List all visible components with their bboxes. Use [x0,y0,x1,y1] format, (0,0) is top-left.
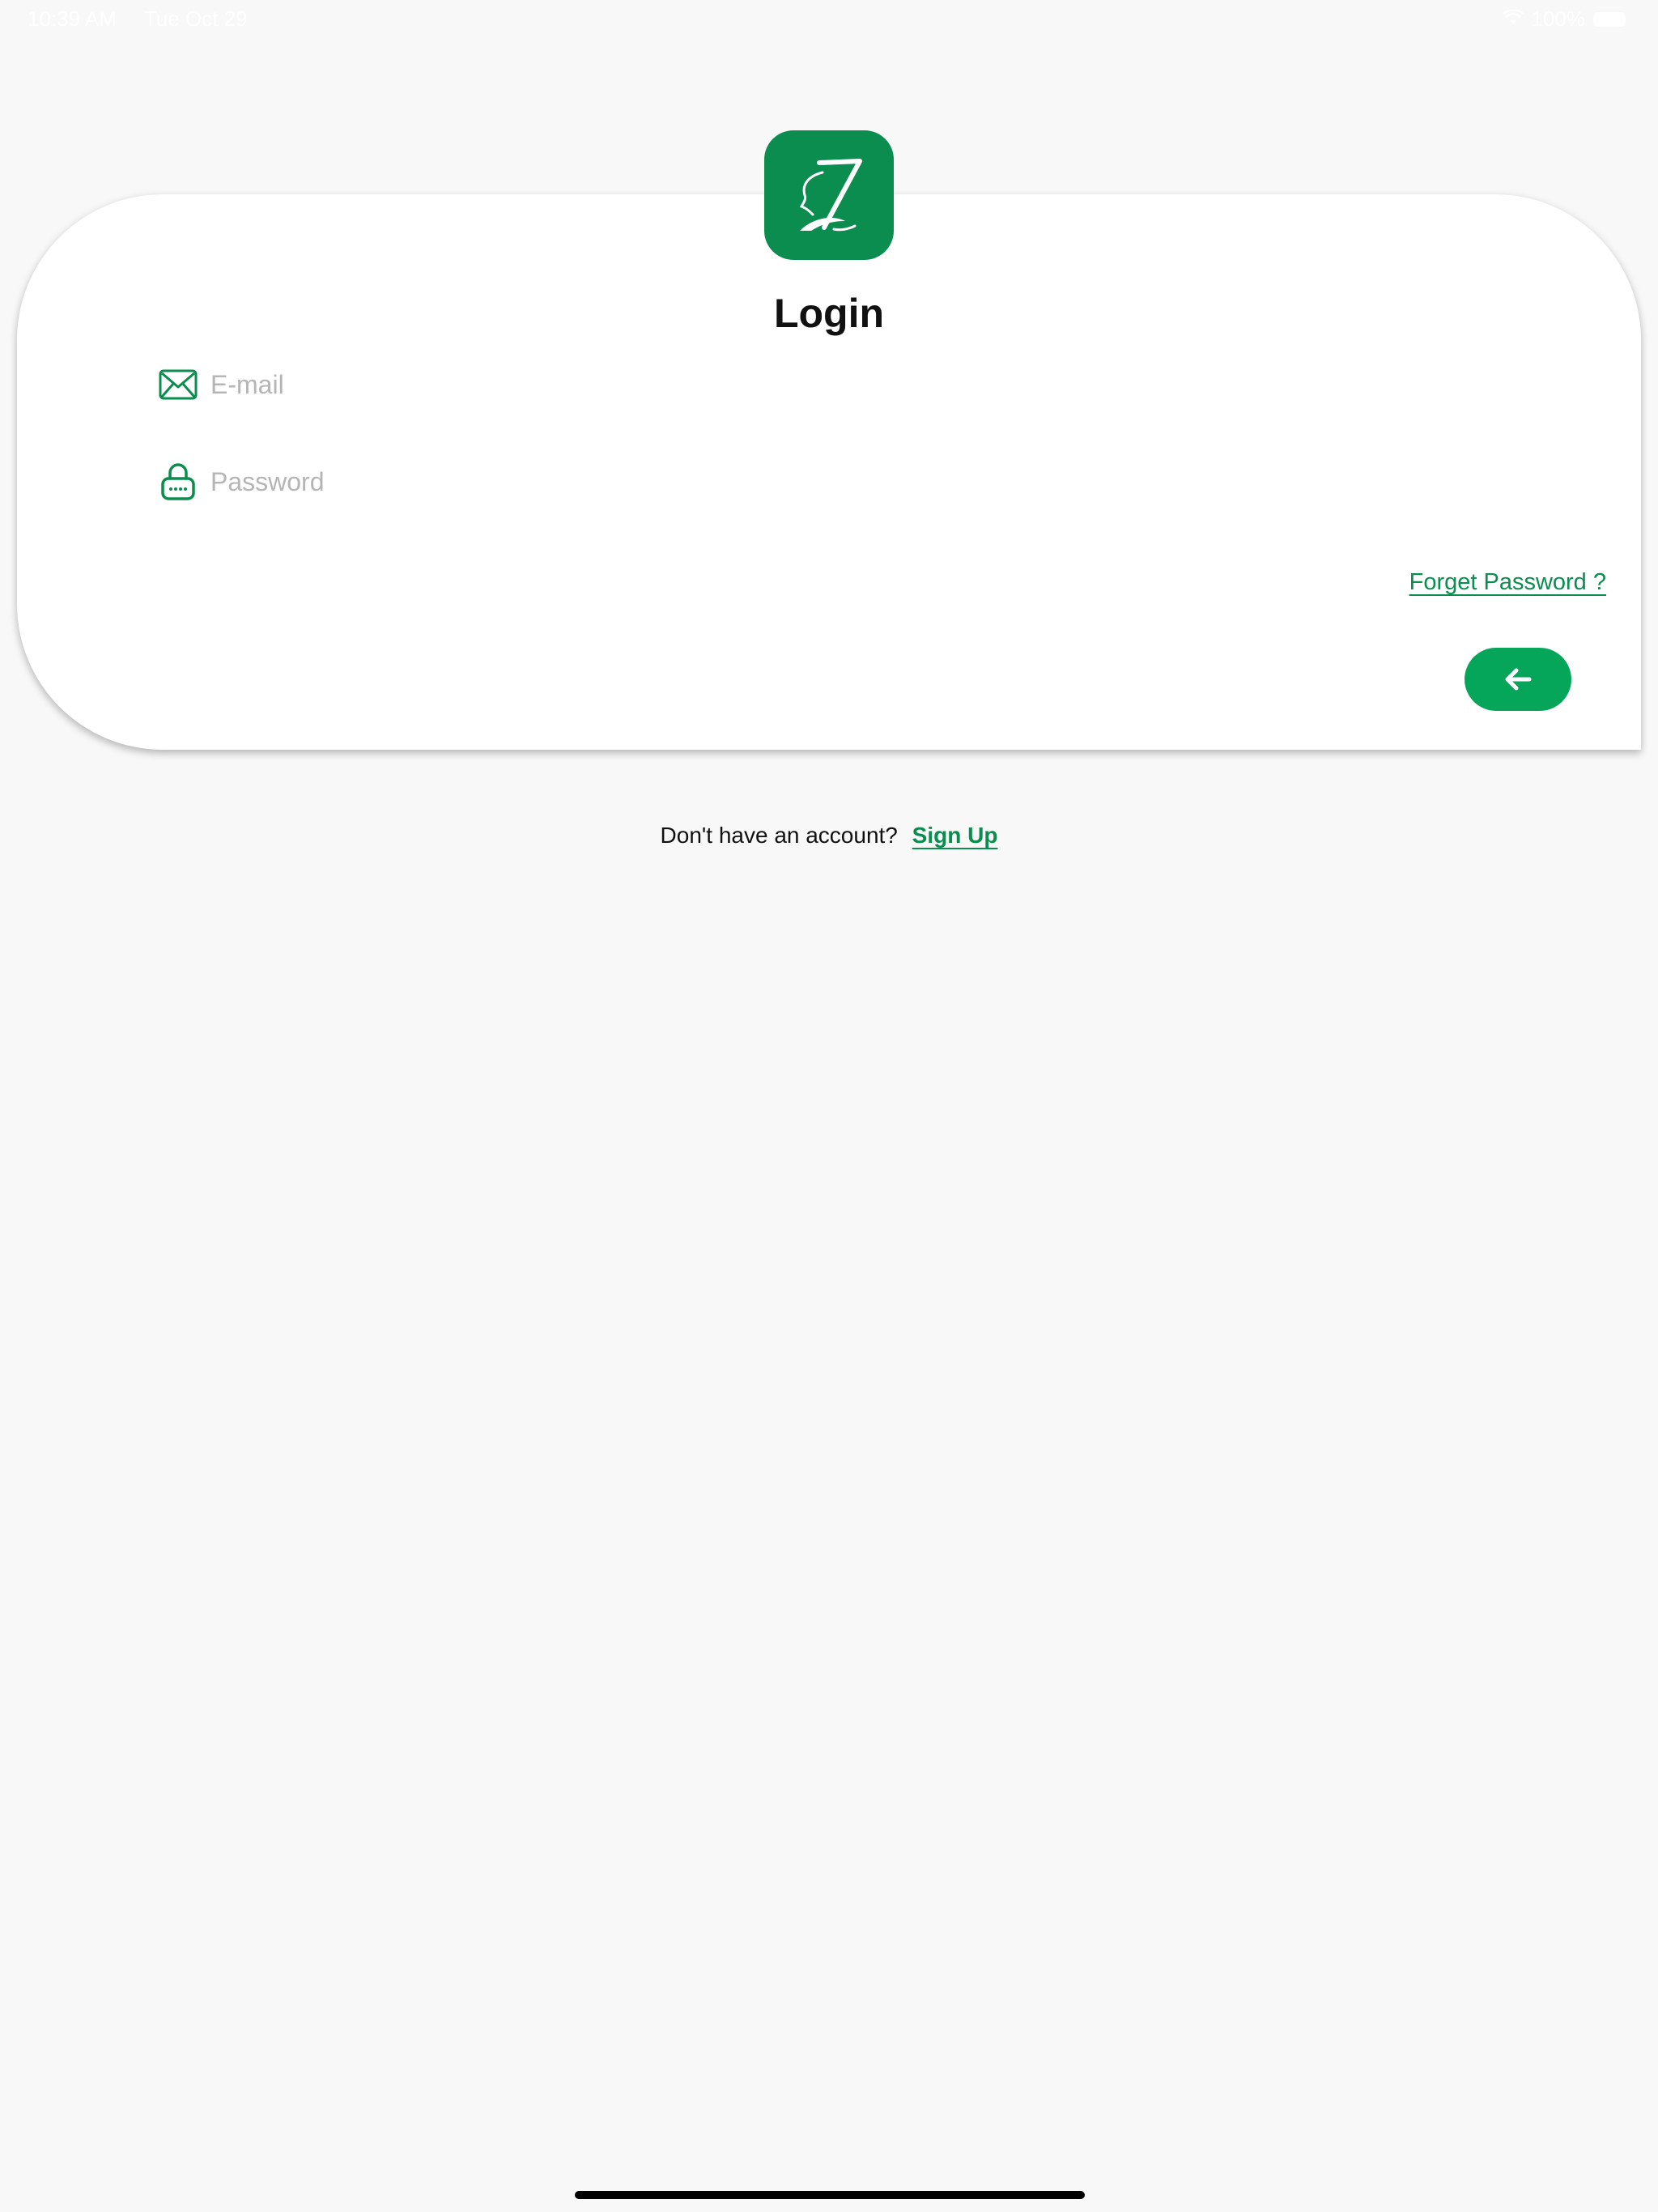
status-right: 100% [1502,6,1626,32]
battery-percent: 100% [1531,6,1586,31]
password-field-row [157,453,1533,510]
battery-icon [1593,11,1626,27]
status-left: 10:39 AM Tue Oct 29 [28,6,248,32]
home-indicator[interactable] [575,2191,1085,2199]
login-submit-button[interactable] [1465,648,1571,711]
signup-prompt-text: Don't have an account? [660,823,898,848]
mail-icon [157,364,199,406]
status-time: 10:39 AM [28,6,117,31]
status-date: Tue Oct 29 [143,6,248,31]
signup-prompt-row: Don't have an account? Sign Up [0,823,1658,849]
arrow-left-icon [1505,668,1532,691]
status-bar: 10:39 AM Tue Oct 29 100% [0,0,1658,39]
leaf-z-logo-icon [799,159,862,232]
signup-link[interactable]: Sign Up [912,823,998,848]
forgot-password-link[interactable]: Forget Password ? [1409,569,1606,596]
email-field-row [157,356,1533,413]
password-input[interactable] [210,466,1425,497]
lock-icon [157,461,199,503]
email-input[interactable] [210,369,1425,400]
app-logo [764,130,894,260]
wifi-icon [1502,6,1524,32]
page-title: Login [773,291,885,336]
